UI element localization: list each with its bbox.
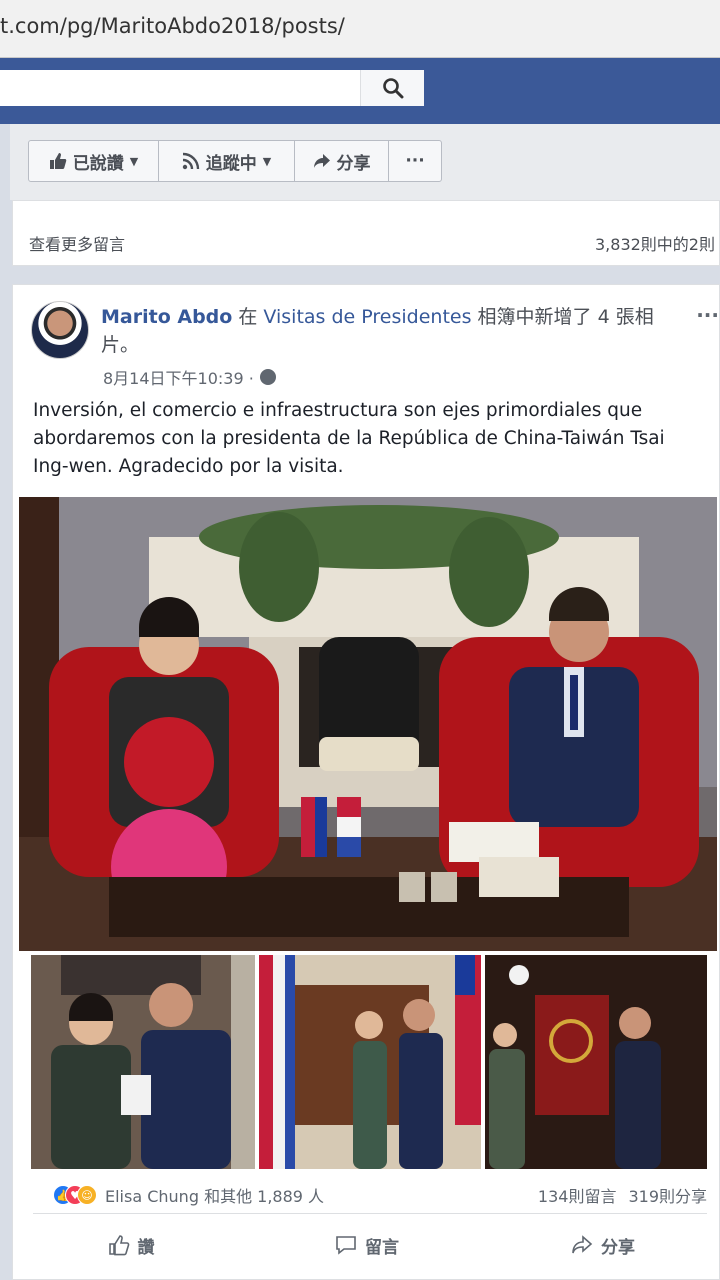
liked-button[interactable]: 已說讚 ▼ bbox=[29, 141, 159, 181]
reactions-summary[interactable]: 👍 ♥ ☺ Elisa Chung 和其他 1,889 人 bbox=[53, 1183, 324, 1207]
page-action-bar: 已說讚 ▼ 追蹤中 ▼ 分享 ··· bbox=[10, 124, 720, 200]
like-button[interactable]: 讚 bbox=[13, 1225, 249, 1265]
post-action-bar: 讚 留言 分享 bbox=[13, 1225, 720, 1265]
share-label: 分享 bbox=[601, 1237, 635, 1258]
post-header: Marito Abdo 在 Visitas de Presidentes 相簿中… bbox=[101, 303, 681, 359]
comment-label: 留言 bbox=[365, 1237, 399, 1258]
photo-handshake-2-illustration bbox=[259, 955, 481, 1169]
share-button[interactable]: 分享 bbox=[485, 1225, 720, 1265]
shares-count-link[interactable]: 319則分享 bbox=[628, 1183, 707, 1207]
liked-label: 已說讚 bbox=[72, 153, 124, 174]
post-timestamp: 8月14日下午10:39 · bbox=[103, 365, 276, 389]
globe-icon bbox=[259, 369, 276, 385]
comments-count-link[interactable]: 134則留言 bbox=[538, 1183, 617, 1207]
comment-count: 3,832則中的2則 bbox=[595, 235, 715, 254]
following-button[interactable]: 追蹤中 ▼ bbox=[159, 141, 295, 181]
photo-meeting-illustration bbox=[19, 497, 717, 951]
post-photo-2[interactable] bbox=[31, 955, 255, 1169]
post-options-button[interactable]: ··· bbox=[696, 303, 719, 327]
search-button[interactable] bbox=[360, 70, 424, 106]
caret-down-icon: ▼ bbox=[129, 154, 139, 168]
rss-icon bbox=[182, 152, 199, 170]
timestamp-text[interactable]: 8月14日下午10:39 · bbox=[103, 365, 254, 389]
view-more-comments-link[interactable]: 查看更多留言 bbox=[29, 231, 125, 255]
action-divider bbox=[33, 1213, 707, 1214]
share-page-button[interactable]: 分享 bbox=[295, 141, 389, 181]
browser-address-bar[interactable]: t.com/pg/MaritoAbdo2018/posts/ bbox=[0, 0, 720, 58]
album-link[interactable]: Visitas de Presidentes bbox=[263, 306, 471, 328]
search-icon bbox=[382, 78, 403, 99]
author-name-link[interactable]: Marito Abdo bbox=[101, 306, 232, 328]
share-arrow-outline-icon bbox=[572, 1235, 593, 1254]
post-photo-3[interactable] bbox=[259, 955, 481, 1169]
share-arrow-icon bbox=[313, 154, 330, 168]
caret-down-icon: ▼ bbox=[262, 154, 272, 168]
post-photo-main[interactable] bbox=[19, 497, 717, 951]
like-label: 讚 bbox=[137, 1237, 155, 1258]
post-card: Marito Abdo 在 Visitas de Presidentes 相簿中… bbox=[12, 284, 720, 1280]
post-photo-4[interactable] bbox=[485, 955, 707, 1169]
author-avatar[interactable] bbox=[31, 301, 89, 359]
comment-bubble-icon bbox=[336, 1236, 356, 1255]
share-page-label: 分享 bbox=[336, 153, 371, 174]
photo-gift-illustration bbox=[485, 955, 707, 1169]
photo-handshake-1-illustration bbox=[31, 955, 255, 1169]
thumbs-up-icon bbox=[49, 153, 67, 169]
post-connector: 在 bbox=[232, 306, 264, 328]
thumbs-up-outline-icon bbox=[108, 1235, 129, 1256]
comment-button[interactable]: 留言 bbox=[249, 1225, 485, 1265]
more-options-label: ··· bbox=[405, 151, 425, 171]
previous-post-comments: 查看更多留言 3,832則中的2則 bbox=[12, 200, 720, 266]
following-label: 追蹤中 bbox=[205, 153, 257, 174]
post-stats: 134則留言 319則分享 bbox=[538, 1183, 707, 1207]
reactions-text: Elisa Chung 和其他 1,889 人 bbox=[105, 1187, 325, 1206]
search-input[interactable] bbox=[0, 70, 424, 106]
post-body-text: Inversión, el comercio e infraestructura… bbox=[33, 400, 665, 477]
haha-reaction-icon: ☺ bbox=[77, 1185, 97, 1205]
url-text[interactable]: t.com/pg/MaritoAbdo2018/posts/ bbox=[0, 14, 345, 38]
reaction-icons: 👍 ♥ ☺ bbox=[53, 1185, 97, 1205]
facebook-top-bar bbox=[0, 58, 720, 124]
page-action-buttons: 已說讚 ▼ 追蹤中 ▼ 分享 ··· bbox=[28, 140, 442, 182]
more-options-button[interactable]: ··· bbox=[389, 141, 441, 181]
